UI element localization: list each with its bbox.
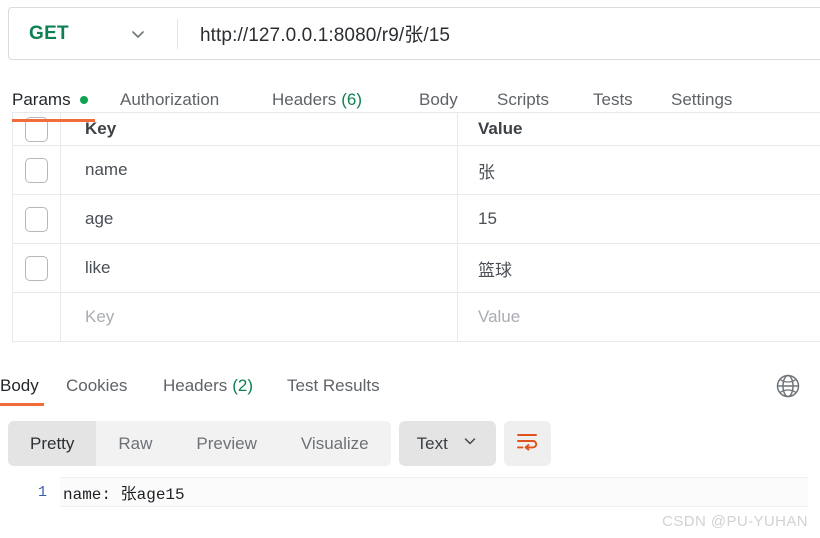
- tab-headers-label: Headers: [272, 90, 337, 109]
- tab-tests-label: Tests: [593, 90, 633, 109]
- column-header-key-label: Key: [85, 119, 117, 138]
- http-method-selector[interactable]: GET: [9, 8, 177, 59]
- response-tab-headers-label: Headers: [163, 376, 228, 395]
- response-tab-test-results-label: Test Results: [287, 376, 380, 395]
- view-visualize-button[interactable]: Visualize: [278, 421, 391, 466]
- param-value-cell[interactable]: 篮球: [458, 244, 820, 292]
- response-body-text[interactable]: name: 张age15: [60, 477, 808, 507]
- line-number: 1: [37, 483, 47, 501]
- new-param-key-input[interactable]: Key: [61, 293, 458, 341]
- response-format-toolbar: Pretty Raw Preview Visualize Text: [8, 421, 551, 466]
- row-checkbox-cell: [13, 146, 61, 194]
- column-header-value: Value: [458, 113, 820, 145]
- wrap-lines-button[interactable]: [503, 421, 551, 466]
- table-row[interactable]: age 15: [13, 195, 820, 244]
- response-format-select-value: Text: [416, 433, 448, 453]
- param-key-cell[interactable]: name: [61, 146, 458, 194]
- response-tab-test-results[interactable]: Test Results: [287, 368, 380, 404]
- response-tab-bar: Body Cookies Headers (2) Test Results: [0, 368, 820, 404]
- response-body-viewer: 1 name: 张age15: [0, 473, 820, 511]
- tab-scripts-label: Scripts: [497, 90, 549, 109]
- url-input[interactable]: http://127.0.0.1:8080/r9/张/15: [178, 20, 450, 47]
- table-row[interactable]: name 张: [13, 146, 820, 195]
- response-tab-cookies[interactable]: Cookies: [66, 368, 127, 404]
- view-preview-button[interactable]: Preview: [174, 421, 279, 466]
- new-param-value-input[interactable]: Value: [458, 293, 820, 341]
- param-key-cell[interactable]: age: [61, 195, 458, 243]
- param-value-cell[interactable]: 15: [458, 195, 820, 243]
- response-tab-body-label: Body: [0, 376, 39, 395]
- view-pretty-button[interactable]: Pretty: [8, 421, 97, 466]
- tab-headers-count: (6): [341, 90, 363, 109]
- params-table-header-row: Key Value: [13, 113, 820, 146]
- active-tab-indicator-body: [0, 403, 44, 406]
- active-tab-indicator-params: [12, 119, 95, 122]
- response-tab-headers[interactable]: Headers (2): [163, 368, 253, 404]
- param-key-cell[interactable]: like: [61, 244, 458, 292]
- row-checkbox[interactable]: [25, 157, 48, 183]
- response-tab-headers-count: (2): [232, 376, 254, 395]
- response-format-select[interactable]: Text: [398, 421, 496, 466]
- param-value-cell[interactable]: 张: [458, 146, 820, 194]
- response-tab-body[interactable]: Body: [0, 368, 39, 404]
- chevron-down-icon[interactable]: [129, 25, 147, 43]
- column-header-value-label: Value: [478, 119, 523, 138]
- response-tab-cookies-label: Cookies: [66, 376, 128, 395]
- tab-settings-label: Settings: [671, 90, 733, 109]
- table-row-placeholder[interactable]: Key Value: [13, 293, 820, 342]
- column-header-key: Key: [61, 113, 458, 145]
- http-method-label: GET: [29, 22, 69, 44]
- params-table: Key Value name 张 age 15 like 篮球 Key Valu…: [12, 112, 820, 342]
- view-raw-button[interactable]: Raw: [96, 421, 175, 466]
- params-modified-dot-icon: [79, 96, 88, 104]
- tab-authorization-label: Authorization: [120, 90, 220, 109]
- row-checkbox[interactable]: [25, 255, 48, 281]
- globe-icon[interactable]: [774, 372, 802, 405]
- row-checkbox[interactable]: [25, 206, 48, 232]
- word-wrap-icon: [515, 430, 539, 457]
- header-checkbox-cell: [13, 113, 61, 145]
- row-checkbox-cell: [13, 195, 61, 243]
- request-url-bar: GET http://127.0.0.1:8080/r9/张/15: [8, 7, 820, 60]
- watermark: CSDN @PU-YUHAN: [662, 513, 808, 530]
- placeholder-checkbox-cell: [13, 293, 61, 341]
- tab-body-label: Body: [419, 90, 458, 109]
- chevron-down-icon: [462, 433, 478, 454]
- response-view-segmented-control: Pretty Raw Preview Visualize: [8, 421, 391, 466]
- tab-params-label: Params: [12, 90, 71, 109]
- row-checkbox-cell: [13, 244, 61, 292]
- table-row[interactable]: like 篮球: [13, 244, 820, 293]
